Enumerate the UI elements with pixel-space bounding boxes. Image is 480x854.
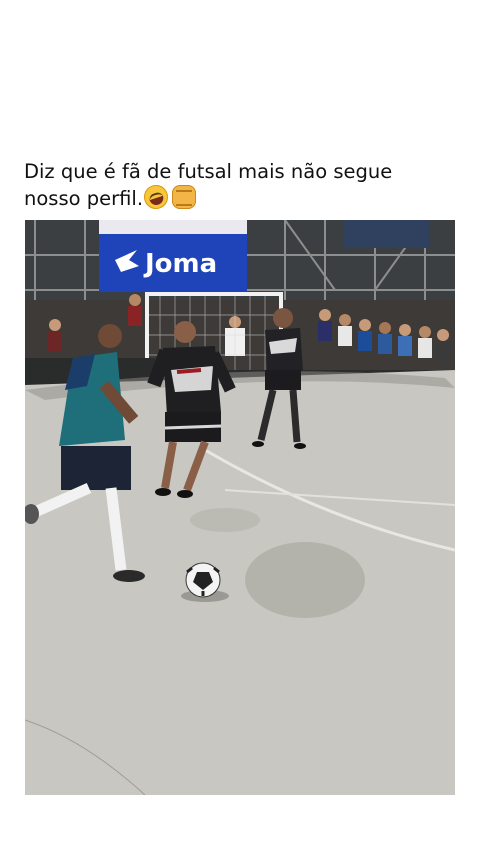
video-frame[interactable]: Joma <box>25 220 455 795</box>
banner-text: Joma <box>143 249 217 279</box>
rolling-on-floor-laughing-icon <box>140 181 172 213</box>
caption-text: Diz que é fã de futsal mais não segue no… <box>24 160 393 210</box>
wet-patch <box>245 542 365 618</box>
oncoming-fist-icon <box>172 185 197 209</box>
post-caption: Diz que é fã de futsal mais não segue no… <box>24 158 454 213</box>
scoreboard <box>343 220 429 248</box>
futsal-scene: Joma <box>25 220 455 795</box>
